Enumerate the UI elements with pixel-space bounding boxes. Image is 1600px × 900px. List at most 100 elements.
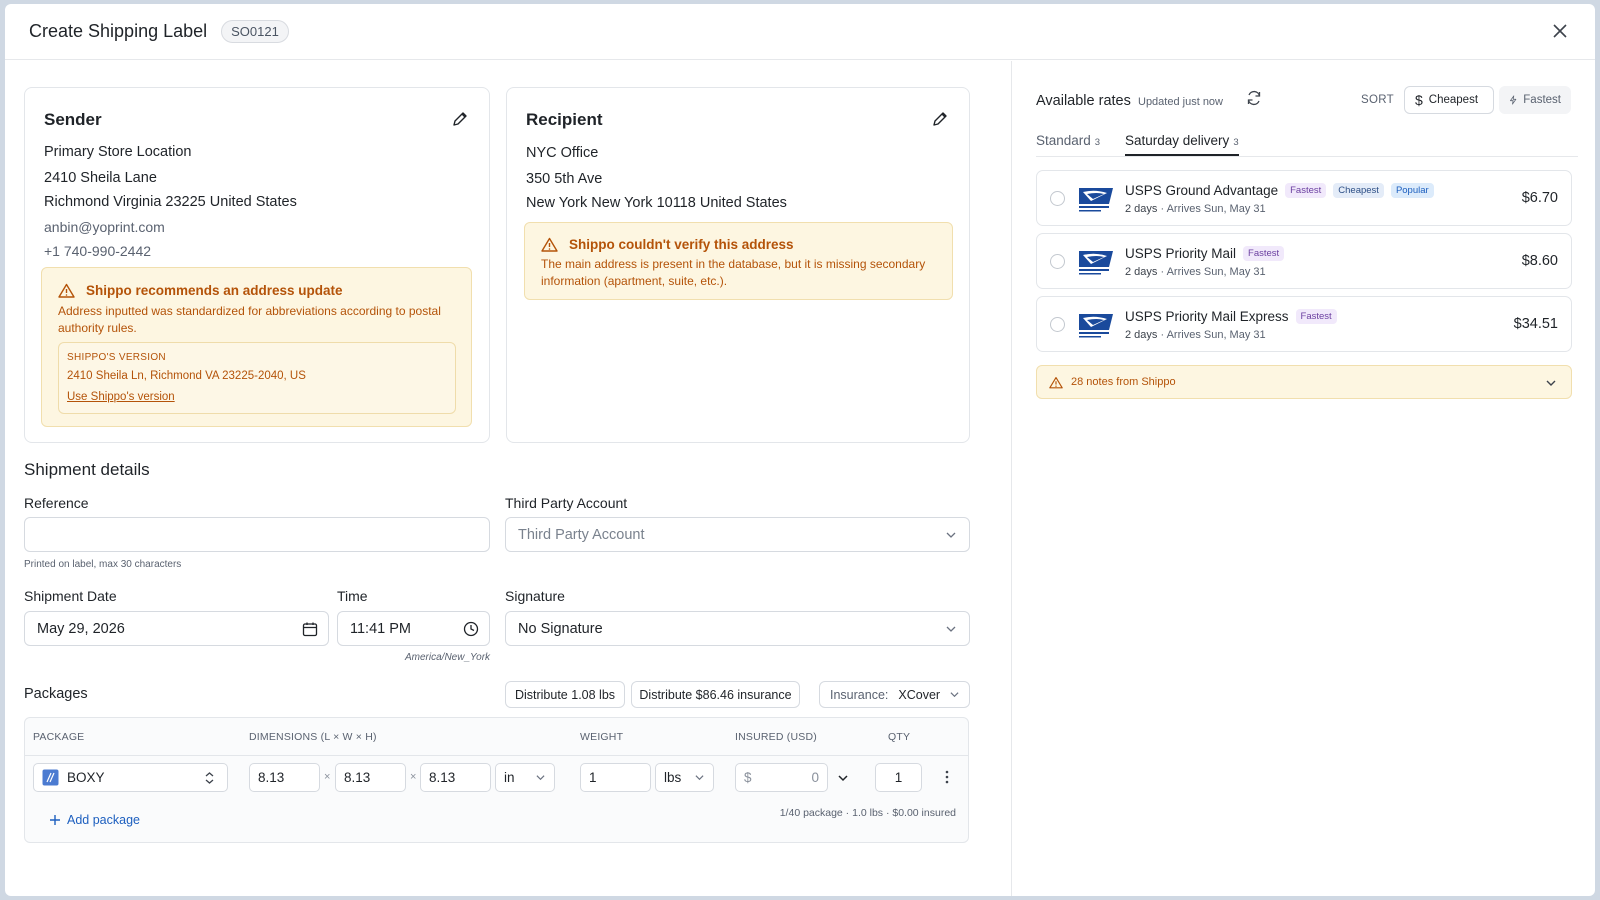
sender-line-1: Primary Store Location [44,144,192,160]
dollar-icon: $ [1415,92,1423,108]
shipment-date-input[interactable]: May 29, 2026 [24,611,329,646]
distribute-insurance-button[interactable]: Distribute $86.46 insurance [631,681,800,708]
rate-arrives: Arrives Sun, May 31 [1166,329,1266,341]
recipient-card: Recipient NYC Office 350 5th Ave New Yor… [506,87,970,443]
distribute-weight-button[interactable]: Distribute 1.08 lbs [505,681,625,708]
recipient-address-warning: Shippo couldn't verify this address The … [524,222,953,300]
third-party-select[interactable]: Third Party Account [505,517,970,552]
chevron-down-icon [950,692,959,698]
rate-radio[interactable] [1050,191,1065,206]
packages-table: PACKAGE DIMENSIONS (L × W × H) WEIGHT IN… [24,717,969,843]
lightning-icon [1510,95,1517,105]
sort-fastest-button[interactable]: Fastest [1499,86,1571,114]
dialog-title: Create Shipping Label [29,21,208,41]
chevron-updown-icon [205,772,214,784]
tab-standard[interactable]: Standard 3 [1036,133,1100,148]
signature-select[interactable]: No Signature [505,611,970,646]
tag-fastest: Fastest [1243,246,1285,261]
length-input[interactable]: 8.13 [249,763,320,792]
rate-name-row: USPS Priority Mail Fastest [1125,246,1285,261]
rate-radio[interactable] [1050,254,1065,269]
rate-name: USPS Ground Advantage [1125,183,1279,198]
rate-days: 2 days [1125,203,1158,215]
tab-saturday-label: Saturday delivery [1125,133,1230,148]
rate-days: 2 days [1125,329,1158,341]
sender-line-3: Richmond Virginia 23225 United States [44,194,297,210]
insurance-provider-select[interactable]: Insurance: XCover [819,681,970,708]
col-insured: INSURED (USD) [735,731,817,743]
tab-standard-label: Standard [1036,133,1091,148]
chevron-down-icon [946,532,956,538]
recipient-line-2: 350 5th Ave [526,171,603,187]
rate-option-ground-advantage[interactable]: USPS Ground Advantage Fastest Cheapest P… [1036,170,1572,226]
time-input[interactable]: 11:41 PM [337,611,490,646]
add-package-button[interactable]: Add package [49,813,140,827]
shippo-version-box: SHIPPO'S VERSION 2410 Sheila Ln, Richmon… [58,342,456,414]
chevron-down-icon [946,626,956,632]
shippo-version-value: 2410 Sheila Ln, Richmond VA 23225-2040, … [67,370,306,382]
package-select[interactable]: BOXY [33,763,228,792]
rates-panel: Available rates Updated just now SORT $ … [1011,61,1595,896]
qty-input[interactable]: 1 [875,763,922,792]
rate-option-priority-mail-express[interactable]: USPS Priority Mail Express Fastest 2 day… [1036,296,1572,352]
shippo-notes-accordion[interactable]: 28 notes from Shippo [1036,365,1572,399]
tab-saturday-delivery[interactable]: Saturday delivery 3 [1125,133,1239,156]
edit-recipient-icon[interactable] [931,110,949,128]
tag-popular: Popular [1390,183,1434,198]
insured-input[interactable]: $ 0 [735,763,828,792]
third-party-placeholder: Third Party Account [518,526,645,543]
weight-input[interactable]: 1 [580,763,651,792]
rate-name-row: USPS Ground Advantage Fastest Cheapest P… [1125,183,1434,198]
more-options-icon[interactable] [943,769,951,785]
sender-email: anbin@yoprint.com [44,219,165,235]
sender-warning-desc-2: authority rules. [58,321,137,335]
calendar-icon[interactable] [302,621,318,637]
insurance-label: Insurance: [830,687,889,702]
height-input[interactable]: 8.13 [420,763,491,792]
col-weight: WEIGHT [580,731,624,743]
rates-title: Available rates [1036,93,1131,109]
rate-tabs: Standard 3 Saturday delivery 3 [1036,127,1578,157]
sender-warning-desc-1: Address inputted was standardized for ab… [58,304,441,318]
use-shippo-version-link[interactable]: Use Shippo's version [67,391,175,403]
sender-line-2: 2410 Sheila Lane [44,170,157,186]
weight-unit-select[interactable]: lbs [655,763,714,792]
tab-standard-count: 3 [1094,137,1101,148]
clock-icon[interactable] [463,621,479,637]
signature-value: No Signature [518,620,603,637]
rate-radio[interactable] [1050,317,1065,332]
signature-label: Signature [505,588,565,604]
col-qty: QTY [888,731,911,743]
insured-currency: $ [744,770,752,785]
chevron-down-icon [695,775,704,781]
width-input[interactable]: 8.13 [335,763,406,792]
package-name: BOXY [67,770,105,785]
refresh-icon[interactable] [1246,90,1262,106]
reference-input[interactable] [24,517,490,552]
tag-fastest: Fastest [1295,309,1337,324]
rate-arrives: Arrives Sun, May 31 [1166,266,1266,278]
dimension-times: × [410,771,417,783]
rate-meta: 2 days · Arrives Sun, May 31 [1125,266,1266,278]
dimension-unit-value: in [504,770,515,785]
edit-sender-icon[interactable] [451,110,469,128]
usps-eagle-logo-icon [1079,314,1113,338]
chevron-down-icon [536,775,545,781]
insured-dropdown-icon[interactable] [837,773,849,783]
col-package: PACKAGE [33,731,85,743]
insured-value: 0 [811,770,819,785]
dimension-unit-select[interactable]: in [495,763,555,792]
rate-arrives: Arrives Sun, May 31 [1166,203,1266,215]
plus-icon [50,815,60,825]
rate-name-row: USPS Priority Mail Express Fastest [1125,309,1337,324]
rate-option-priority-mail[interactable]: USPS Priority Mail Fastest 2 days · Arri… [1036,233,1572,289]
packages-summary: 1/40 package · 1.0 lbs · $0.00 insured [779,807,956,819]
close-icon[interactable] [1551,22,1569,40]
col-dimensions: DIMENSIONS (L × W × H) [249,731,377,743]
rate-price: $34.51 [1513,316,1558,332]
sender-phone: +1 740-990-2442 [44,243,152,259]
order-id-badge: SO0121 [221,20,289,43]
sort-cheapest-button[interactable]: $ Cheapest [1404,86,1494,114]
tag-cheapest: Cheapest [1333,183,1384,198]
reference-label: Reference [24,495,89,511]
